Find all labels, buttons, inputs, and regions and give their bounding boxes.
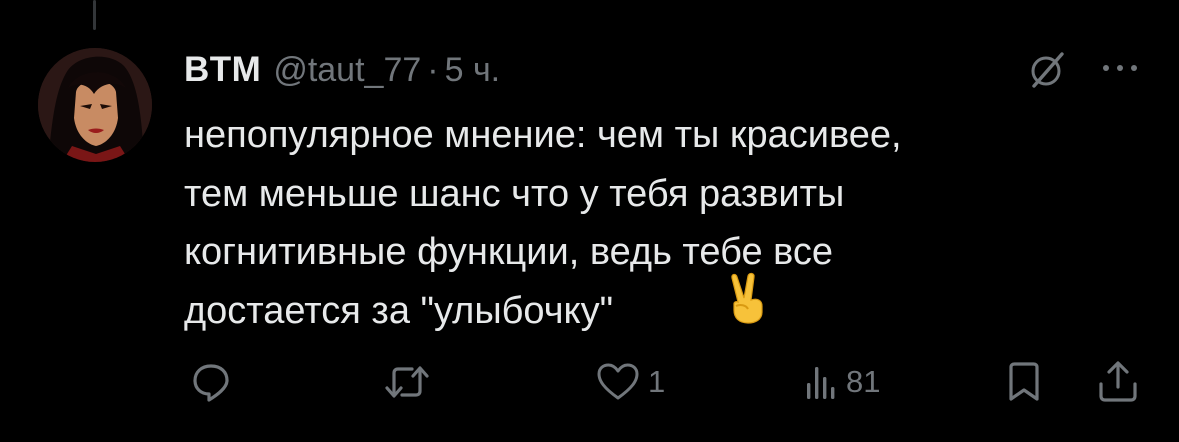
victory-hand-emoji <box>724 272 772 324</box>
reply-button[interactable] <box>190 360 232 404</box>
retweet-icon <box>385 366 429 398</box>
share-button[interactable] <box>1096 360 1140 404</box>
views-button[interactable]: 81 <box>804 360 880 404</box>
retweet-button[interactable] <box>384 360 430 404</box>
tweet-timestamp[interactable]: 5 ч. <box>445 51 501 90</box>
author-handle[interactable]: @taut_77 <box>273 51 421 90</box>
bookmark-button[interactable] <box>1006 360 1042 404</box>
like-button[interactable]: 1 <box>596 360 665 404</box>
author-display-name[interactable]: BTM <box>184 50 261 90</box>
avatar-illustration <box>38 48 152 162</box>
views-icon <box>807 367 835 399</box>
tweet-text: непопулярное мнение: чем ты красивее, те… <box>184 114 902 332</box>
grok-icon[interactable] <box>1026 50 1066 90</box>
thread-connector-line <box>93 0 96 30</box>
like-count: 1 <box>648 364 666 399</box>
tweet-header: BTM @taut_77 · 5 ч. <box>184 48 500 92</box>
header-separator: · <box>427 50 439 89</box>
author-avatar[interactable] <box>38 48 152 162</box>
reply-icon <box>193 364 229 402</box>
bookmark-icon <box>1009 362 1039 401</box>
views-count: 81 <box>846 364 881 399</box>
more-icon[interactable] <box>1098 58 1142 78</box>
heart-icon <box>597 363 639 400</box>
share-icon <box>1099 361 1137 402</box>
